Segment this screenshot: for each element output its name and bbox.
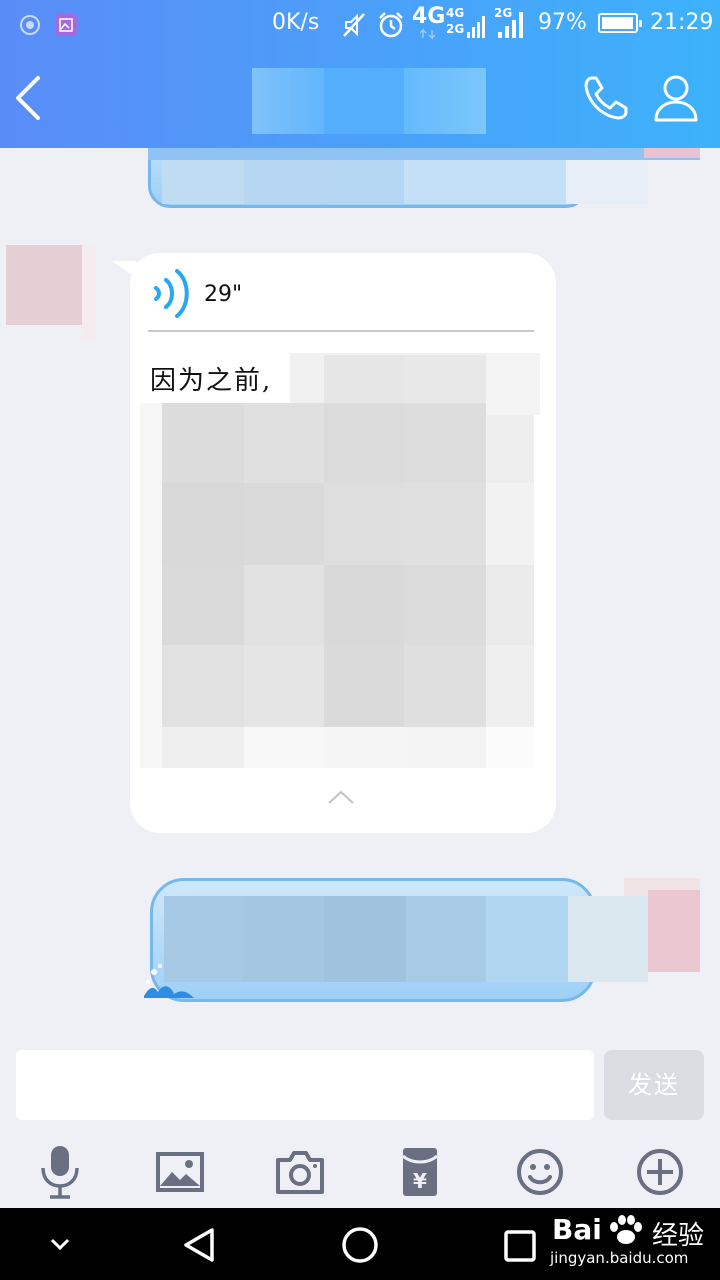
clock: 21:29 <box>650 10 714 35</box>
hide-keyboard-icon[interactable] <box>46 1232 74 1256</box>
data-arrows-icon <box>420 28 436 40</box>
notification-app-icon <box>20 15 40 35</box>
battery-level <box>602 17 633 29</box>
watermark-logo-suffix: 经验 <box>652 1221 705 1251</box>
redacted-message-content <box>148 148 700 208</box>
battery-icon <box>598 13 642 33</box>
mute-icon <box>343 13 365 37</box>
status-bar: 0K/s 4G 4G 2G 2G 97% 21:29 <box>0 0 720 50</box>
paw-icon <box>610 1215 642 1244</box>
recents-square-icon[interactable] <box>502 1228 538 1264</box>
baidu-jingyan-watermark: Bai 经验 jingyan.baidu.com <box>548 1213 720 1275</box>
svg-text:¥: ¥ <box>413 1169 427 1193</box>
back-triangle-icon[interactable] <box>180 1226 220 1264</box>
avatar[interactable] <box>6 245 96 341</box>
alarm-icon <box>379 12 403 38</box>
redacted-message-content <box>164 878 700 1004</box>
send-button[interactable]: 发送 <box>604 1050 704 1120</box>
camera-icon[interactable] <box>270 1142 330 1202</box>
card-divider <box>148 330 534 332</box>
notification-image-icon <box>55 14 77 36</box>
voice-duration: 29" <box>204 282 243 307</box>
message-input[interactable] <box>16 1050 594 1120</box>
collapse-chevron-icon[interactable] <box>326 788 356 806</box>
composer-toolbar: ¥ <box>0 1132 720 1208</box>
redaction-pixel <box>324 68 404 134</box>
message-list[interactable]: 29" 因为之前, <box>0 148 720 1040</box>
chat-title-redacted <box>252 68 486 134</box>
network-4g-small: 4G <box>446 6 465 20</box>
plus-icon[interactable] <box>630 1142 690 1202</box>
voice-wave-icon[interactable] <box>150 266 194 320</box>
red-packet-icon[interactable]: ¥ <box>390 1142 450 1202</box>
mic-icon[interactable] <box>30 1142 90 1202</box>
user-icon[interactable] <box>648 70 704 126</box>
composer: 发送 <box>0 1040 720 1132</box>
network-4g-label: 4G <box>412 4 446 29</box>
watermark-logo: Bai <box>552 1213 602 1246</box>
phone-icon[interactable] <box>578 70 634 126</box>
chat-header: 0K/s 4G 4G 2G 2G 97% 21:29 <box>0 0 720 148</box>
network-2g-small: 2G <box>446 22 465 36</box>
back-chevron-icon[interactable] <box>10 72 50 124</box>
battery-percent: 97% <box>538 10 587 35</box>
image-icon[interactable] <box>150 1142 210 1202</box>
home-circle-icon[interactable] <box>340 1225 380 1265</box>
emoji-icon[interactable] <box>510 1142 570 1202</box>
signal-sim1-icon <box>467 16 485 38</box>
redacted-transcript <box>140 353 540 768</box>
net-speed: 0K/s <box>272 10 320 35</box>
signal-sim2-icon <box>498 12 523 38</box>
watermark-url: jingyan.baidu.com <box>550 1249 689 1267</box>
